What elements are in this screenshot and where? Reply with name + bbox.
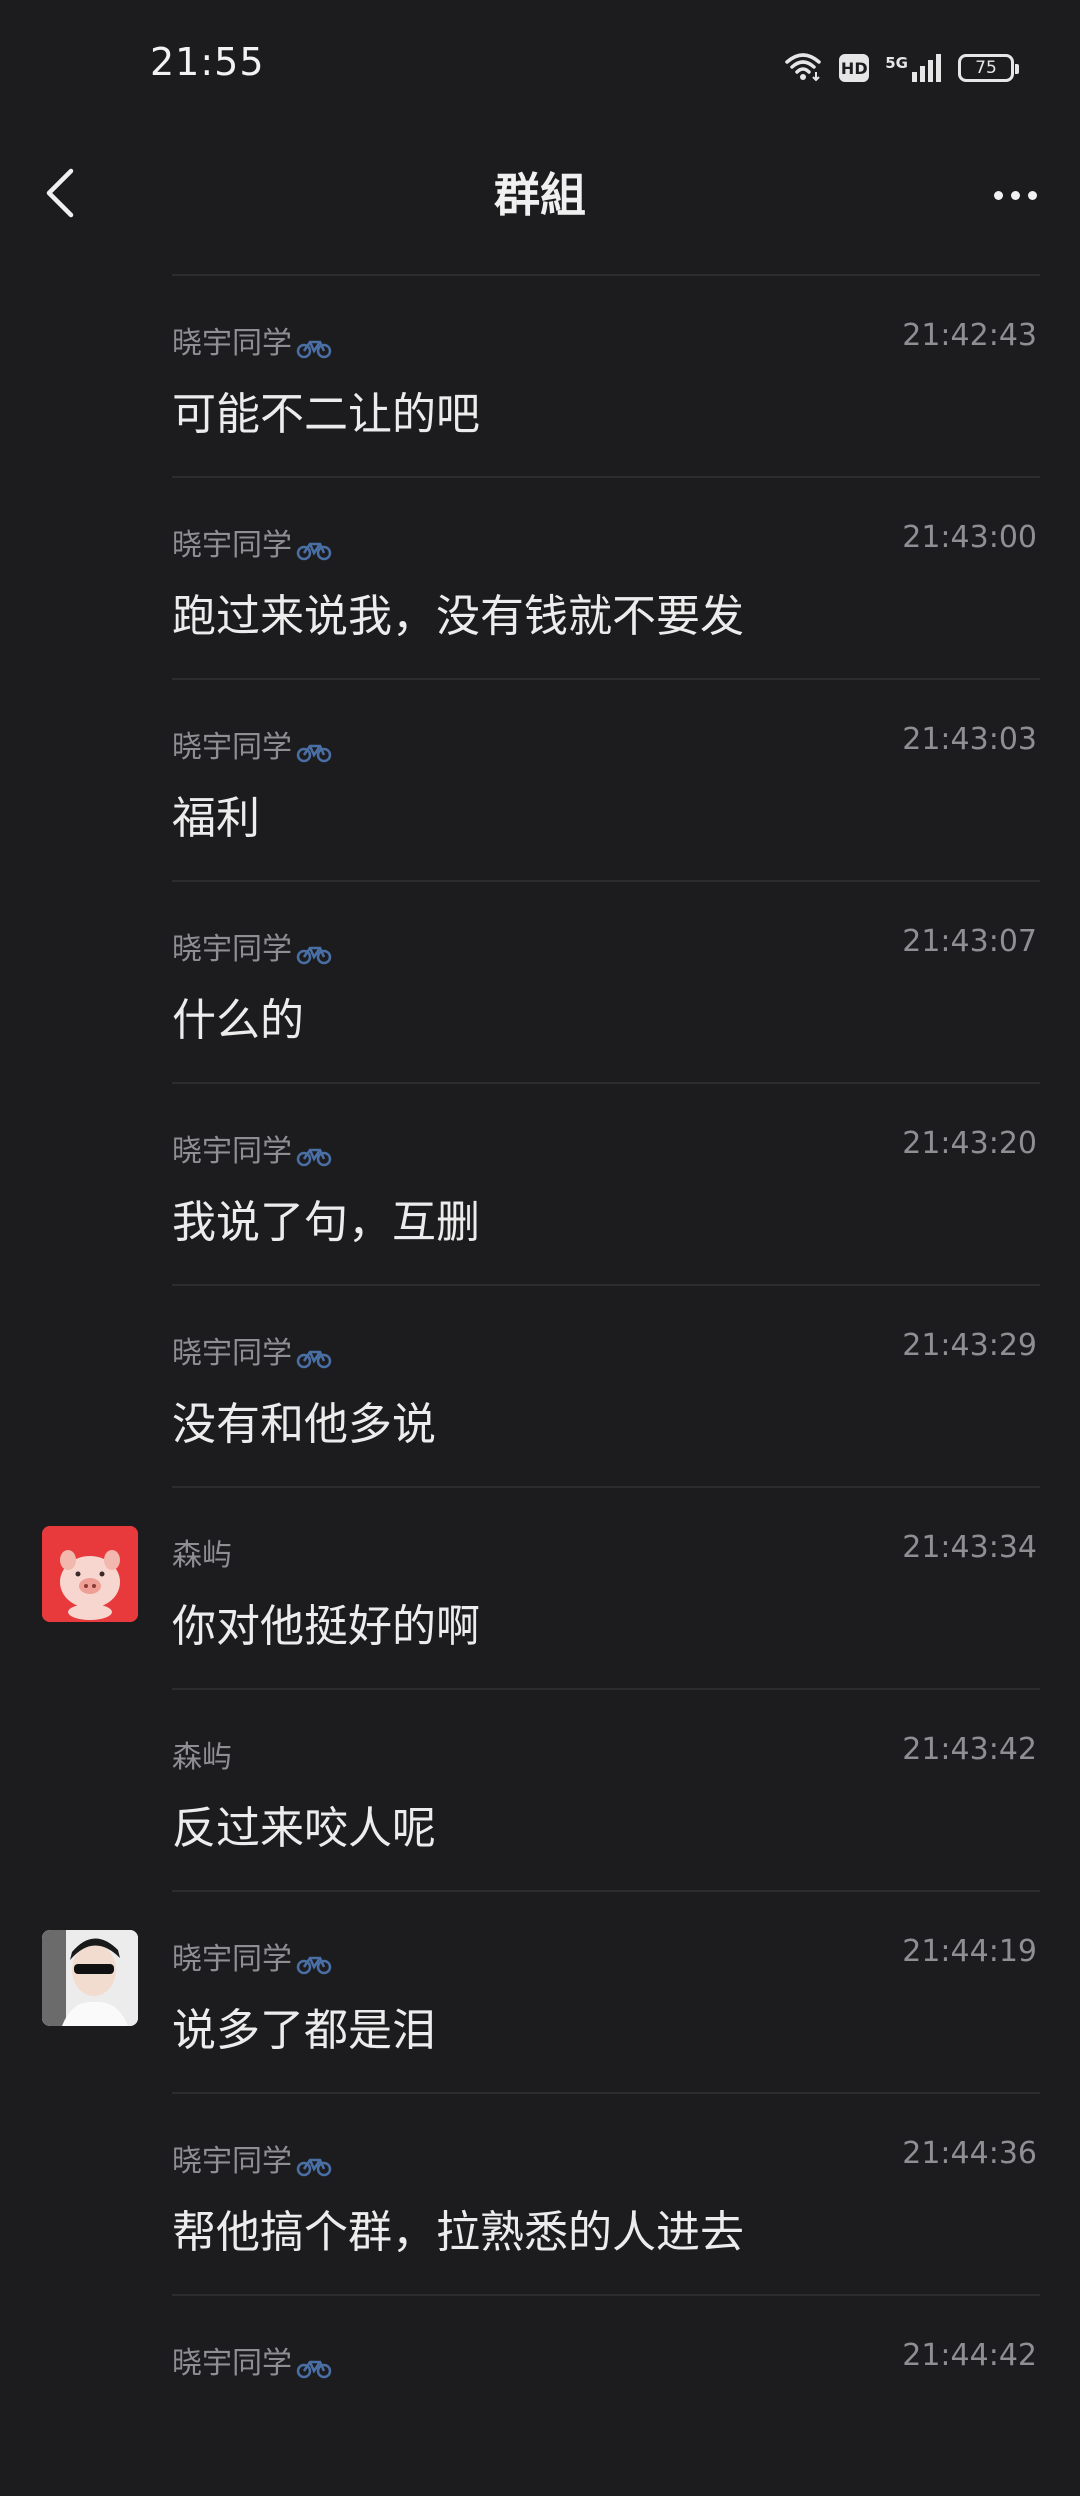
message-time: 21:42:43	[902, 318, 1037, 353]
message-sender: 晓宇同学	[172, 318, 332, 362]
message-text: 帮他搞个群，拉熟悉的人进去	[172, 2207, 744, 2258]
message-item[interactable]: 晓宇同学 21:44:36 帮他搞个群，拉熟悉的人进去	[172, 2092, 1040, 2294]
status-icons: HD 5G 75	[783, 46, 1019, 90]
more-dot-icon	[1027, 190, 1037, 200]
message-text: 可能不二让的吧	[172, 389, 480, 440]
message-time: 21:43:00	[902, 520, 1037, 555]
message-time: 21:44:19	[902, 1934, 1037, 1969]
message-text: 反过来咬人呢	[172, 1803, 436, 1854]
sender-name: 晓宇同学	[172, 1942, 292, 1977]
photo-avatar[interactable]	[42, 1930, 138, 2026]
message-item[interactable]: 森屿 21:43:42 反过来咬人呢	[172, 1688, 1040, 1890]
more-options-button[interactable]	[970, 155, 1060, 235]
bike-icon	[296, 938, 332, 965]
signal-5g-icon: 5G	[885, 54, 942, 82]
more-dot-icon	[1010, 190, 1020, 200]
message-sender: 晓宇同学	[172, 924, 332, 968]
message-item[interactable]: 晓宇同学 21:43:00 跑过来说我，没有钱就不要发	[172, 476, 1040, 678]
message-sender: 森屿	[172, 1732, 232, 1776]
message-sender: 晓宇同学	[172, 722, 332, 766]
message-text: 没有和他多说	[172, 1399, 436, 1450]
message-item[interactable]: 晓宇同学 21:42:43 可能不二让的吧	[172, 274, 1040, 476]
network-label: 5G	[885, 54, 908, 72]
message-item[interactable]: 晓宇同学 21:44:19 说多了都是泪	[42, 1890, 1040, 2092]
message-text: 什么的	[172, 995, 304, 1046]
message-item[interactable]: 晓宇同学 21:43:20 我说了句，互删	[172, 1082, 1040, 1284]
message-item[interactable]: 森屿 21:43:34 你对他挺好的啊	[42, 1486, 1040, 1688]
message-text: 福利	[172, 793, 260, 844]
bike-icon	[296, 2352, 332, 2379]
page-title: 群組	[494, 168, 586, 222]
message-text: 我说了句，互删	[172, 1197, 480, 1248]
sender-name: 晓宇同学	[172, 932, 292, 967]
message-text: 你对他挺好的啊	[172, 1601, 480, 1652]
message-item[interactable]: 晓宇同学 21:43:03 福利	[172, 678, 1040, 880]
bike-icon	[296, 332, 332, 359]
wifi-icon	[783, 50, 823, 86]
message-time: 21:43:07	[902, 924, 1037, 959]
message-sender: 晓宇同学	[172, 2338, 332, 2382]
sender-name: 晓宇同学	[172, 730, 292, 765]
message-sender: 晓宇同学	[172, 1126, 332, 1170]
message-item[interactable]: 晓宇同学 21:44:42	[172, 2294, 1040, 2496]
battery-level: 75	[975, 58, 997, 78]
message-sender: 晓宇同学	[172, 2136, 332, 2180]
message-time: 21:43:42	[902, 1732, 1037, 1767]
message-time: 21:43:29	[902, 1328, 1037, 1363]
battery-icon: 75	[958, 54, 1019, 82]
sender-name: 晓宇同学	[172, 2346, 292, 2381]
message-sender: 森屿	[172, 1530, 232, 1574]
sender-name: 晓宇同学	[172, 326, 292, 361]
bike-icon	[296, 1948, 332, 1975]
message-sender: 晓宇同学	[172, 1328, 332, 1372]
message-sender: 晓宇同学	[172, 520, 332, 564]
message-time: 21:44:36	[902, 2136, 1037, 2171]
message-text: 跑过来说我，没有钱就不要发	[172, 591, 744, 642]
status-bar: 21:55 HD 5G 75	[0, 0, 1080, 135]
message-time: 21:43:20	[902, 1126, 1037, 1161]
message-sender: 晓宇同学	[172, 1934, 332, 1978]
message-text: 说多了都是泪	[172, 2005, 436, 2056]
message-time: 21:43:34	[902, 1530, 1037, 1565]
sender-name: 晓宇同学	[172, 528, 292, 563]
message-item[interactable]: 晓宇同学 21:43:29 没有和他多说	[172, 1284, 1040, 1486]
status-time: 21:55	[150, 40, 265, 84]
sender-name: 晓宇同学	[172, 1336, 292, 1371]
bike-icon	[296, 2150, 332, 2177]
title-bar: 群組	[0, 135, 1080, 275]
hd-badge: HD	[839, 54, 870, 82]
sender-name: 晓宇同学	[172, 2144, 292, 2179]
sender-name: 森屿	[172, 1740, 232, 1775]
bike-icon	[296, 534, 332, 561]
message-item[interactable]: 晓宇同学 21:43:07 什么的	[172, 880, 1040, 1082]
bike-icon	[296, 1140, 332, 1167]
bike-icon	[296, 736, 332, 763]
more-dot-icon	[993, 190, 1003, 200]
sender-name: 森屿	[172, 1538, 232, 1573]
message-time: 21:43:03	[902, 722, 1037, 757]
message-list: 晓宇同学 21:42:43 可能不二让的吧 晓宇同学 21:43:00 跑过来说我，没有钱…	[0, 274, 1080, 2496]
bike-icon	[296, 1342, 332, 1369]
message-time: 21:44:42	[902, 2338, 1037, 2373]
pig-avatar[interactable]	[42, 1526, 138, 1622]
sender-name: 晓宇同学	[172, 1134, 292, 1169]
